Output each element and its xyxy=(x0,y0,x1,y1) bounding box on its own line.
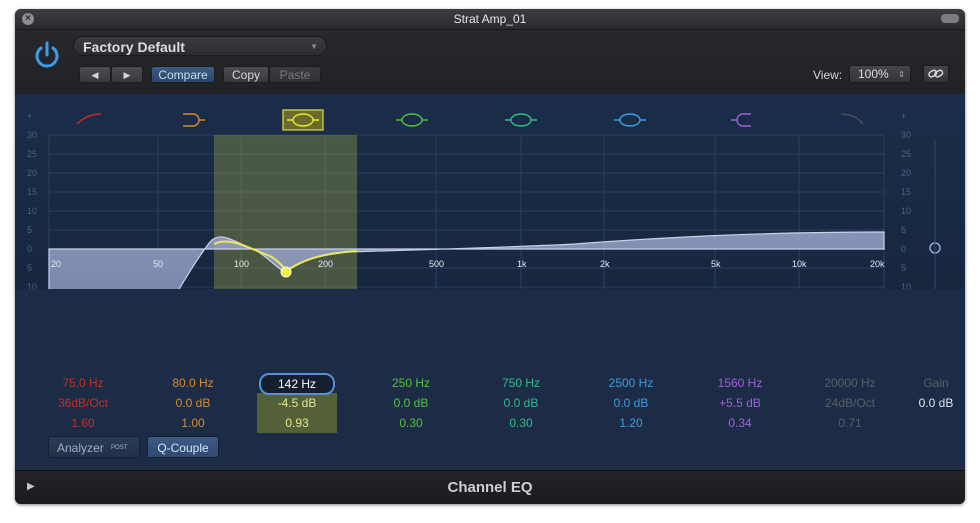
bell-icon-4 xyxy=(401,113,423,127)
band-8-slope[interactable]: 24dB/Oct xyxy=(804,393,896,413)
db-tick-left: 15 xyxy=(27,187,37,197)
band-2-freq[interactable]: 80.0 Hz xyxy=(147,373,239,393)
paste-button[interactable]: Paste xyxy=(269,66,321,83)
band-3-q[interactable]: 0.93 xyxy=(257,413,337,433)
band-2-gain[interactable]: 0.0 dB xyxy=(147,393,239,413)
db-tick-left: + xyxy=(27,111,32,121)
view-zoom-select[interactable]: 100% ⇕ xyxy=(849,65,911,83)
band-1-params[interactable]: 75.0 Hz 36dB/Oct 1.60 xyxy=(37,373,129,433)
db-tick-right: 5 xyxy=(901,263,906,273)
high-shelf-icon xyxy=(731,113,751,127)
header-bar: Factory Default ▼ ◀ ▶ Compare Copy Paste… xyxy=(15,30,965,94)
bell-icon-5 xyxy=(510,113,532,127)
freq-label: 200 xyxy=(318,259,333,269)
gain-value[interactable]: 0.0 dB xyxy=(899,393,965,413)
footer-bar: ▶ Channel EQ xyxy=(15,470,965,504)
db-tick-left: 25 xyxy=(27,149,37,159)
window-title: Strat Amp_01 xyxy=(453,12,527,26)
freq-label: 5k xyxy=(711,259,721,269)
db-tick-right: 5 xyxy=(901,225,906,235)
band-2-q[interactable]: 1.00 xyxy=(147,413,239,433)
band-3-freq[interactable]: 142 Hz xyxy=(259,373,335,395)
gain-label: Gain xyxy=(923,376,949,390)
title-bar: × Strat Amp_01 xyxy=(15,9,965,30)
db-tick-left: 20 xyxy=(27,168,37,178)
db-tick-left: 5 xyxy=(27,225,32,235)
band-3-params[interactable]: 142 Hz -4.5 dB 0.93 xyxy=(257,373,337,433)
power-icon[interactable] xyxy=(32,40,62,70)
band-1-slope[interactable]: 36dB/Oct xyxy=(37,393,129,413)
q-couple-button[interactable]: Q-Couple xyxy=(147,436,219,458)
chevron-down-icon: ▼ xyxy=(310,42,318,51)
band-4-q[interactable]: 0.30 xyxy=(365,413,457,433)
low-shelf-icon xyxy=(183,113,205,127)
band-6-q[interactable]: 1.20 xyxy=(585,413,677,433)
band-icons xyxy=(76,109,864,131)
band-3-gain[interactable]: -4.5 dB xyxy=(257,393,337,413)
db-tick-left: 0 xyxy=(27,244,32,254)
band-7-params[interactable]: 1560 Hz +5.5 dB 0.34 xyxy=(694,373,786,433)
plugin-window: × Strat Amp_01 Factory Default ▼ ◀ ▶ Com… xyxy=(15,9,965,504)
bell-icon-6 xyxy=(619,113,641,127)
band-5-params[interactable]: 750 Hz 0.0 dB 0.30 xyxy=(475,373,567,433)
analyzer-label: Analyzer xyxy=(57,441,104,455)
low-cut-icon xyxy=(76,113,102,125)
band-5-gain[interactable]: 0.0 dB xyxy=(475,393,567,413)
band-8-q[interactable]: 0.71 xyxy=(804,413,896,433)
db-tick-right: 10 xyxy=(901,206,911,216)
band-6-params[interactable]: 2500 Hz 0.0 dB 1.20 xyxy=(585,373,677,433)
db-tick-right: + xyxy=(901,111,906,121)
freq-label: 500 xyxy=(429,259,444,269)
preset-name: Factory Default xyxy=(83,39,185,55)
analyzer-button[interactable]: Analyzer POST xyxy=(48,436,140,458)
band-3-handle[interactable] xyxy=(280,266,292,278)
band-2-params[interactable]: 80.0 Hz 0.0 dB 1.00 xyxy=(147,373,239,433)
band-4-params[interactable]: 250 Hz 0.0 dB 0.30 xyxy=(365,373,457,433)
next-preset-button[interactable]: ▶ xyxy=(111,66,143,83)
plugin-name: Channel EQ xyxy=(447,479,533,496)
resize-icon[interactable] xyxy=(941,14,959,23)
band-5-q[interactable]: 0.30 xyxy=(475,413,567,433)
freq-label: 2k xyxy=(600,259,610,269)
band-1-freq[interactable]: 75.0 Hz xyxy=(37,373,129,393)
db-tick-right: 30 xyxy=(901,130,911,140)
db-tick-right: 0 xyxy=(901,244,906,254)
freq-label: 10k xyxy=(792,259,807,269)
band-5-freq[interactable]: 750 Hz xyxy=(475,373,567,393)
link-button[interactable] xyxy=(923,65,949,83)
band-8-freq[interactable]: 20000 Hz xyxy=(804,373,896,393)
gain-params[interactable]: Gain 0.0 dB xyxy=(899,373,965,413)
copy-button[interactable]: Copy xyxy=(223,66,269,83)
band-4-gain[interactable]: 0.0 dB xyxy=(365,393,457,413)
freq-label: 20k xyxy=(870,259,885,269)
band-6-gain[interactable]: 0.0 dB xyxy=(585,393,677,413)
db-tick-right: 20 xyxy=(901,168,911,178)
freq-label: 1k xyxy=(517,259,527,269)
preset-menu[interactable]: Factory Default ▼ xyxy=(73,36,327,56)
band-6-freq[interactable]: 2500 Hz xyxy=(585,373,677,393)
db-tick-left: 30 xyxy=(27,130,37,140)
freq-label: 50 xyxy=(153,259,163,269)
analyzer-post-badge: POST xyxy=(111,445,128,451)
stepper-icon: ⇕ xyxy=(898,70,905,79)
link-icon xyxy=(928,69,944,78)
db-tick-left: 10 xyxy=(27,206,37,216)
db-tick-left: 5 xyxy=(27,263,32,273)
view-zoom-value: 100% xyxy=(858,67,889,81)
band-4-freq[interactable]: 250 Hz xyxy=(365,373,457,393)
compare-button[interactable]: Compare xyxy=(151,66,215,83)
db-tick-right: 25 xyxy=(901,149,911,159)
db-tick-right: 15 xyxy=(901,187,911,197)
band-7-gain[interactable]: +5.5 dB xyxy=(694,393,786,413)
band-7-q[interactable]: 0.34 xyxy=(694,413,786,433)
view-label: View: xyxy=(813,68,843,82)
freq-label: 20 xyxy=(51,259,61,269)
high-cut-icon xyxy=(840,113,864,125)
band-7-freq[interactable]: 1560 Hz xyxy=(694,373,786,393)
band-8-params[interactable]: 20000 Hz 24dB/Oct 0.71 xyxy=(804,373,896,433)
previous-preset-button[interactable]: ◀ xyxy=(79,66,111,83)
band-1-q[interactable]: 1.60 xyxy=(37,413,129,433)
freq-label: 100 xyxy=(234,259,249,269)
